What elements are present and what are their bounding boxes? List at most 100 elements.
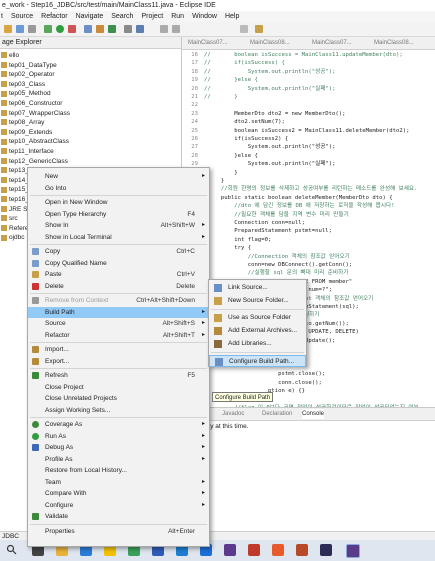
menu-item-assign-working-sets[interactable]: Assign Working Sets... — [28, 405, 209, 416]
debug-icon[interactable] — [44, 25, 52, 33]
submenu-item-add-libraries[interactable]: Add Libraries... — [209, 338, 306, 350]
menu-item-configure[interactable]: Configure ▸ — [28, 500, 209, 511]
bottom-tab-javadoc[interactable]: Javadoc — [222, 409, 244, 419]
new-icon[interactable] — [4, 25, 12, 33]
code-text: // }else { — [204, 77, 258, 84]
menu-separator — [30, 417, 207, 418]
menu-item-close-project[interactable]: Close Project — [28, 382, 209, 393]
app-icon-3[interactable] — [272, 544, 284, 556]
menu-item-import[interactable]: Import... — [28, 344, 209, 355]
eclipse-active-icon[interactable] — [346, 544, 360, 558]
app-icon-2[interactable] — [248, 544, 260, 556]
tree-item[interactable]: tep05_Method — [0, 89, 51, 98]
tree-item[interactable]: tep09_Extends — [0, 128, 52, 137]
eclipse-icon[interactable] — [320, 544, 332, 556]
menu-item-paste[interactable]: Paste Ctrl+V — [28, 269, 209, 280]
menu-item-profile-as[interactable]: Profile As ▸ — [28, 454, 209, 465]
package-explorer-title: age Explorer — [2, 39, 42, 46]
menu-project[interactable]: Project — [141, 11, 163, 22]
tree-item[interactable]: src — [0, 214, 18, 223]
menu-item-copy-qualified-name[interactable]: Copy Qualified Name — [28, 258, 209, 269]
menu-item-restore-from-local-history[interactable]: Restore from Local History... — [28, 465, 209, 476]
menu-window[interactable]: Window — [192, 11, 217, 22]
menu-item-go-into[interactable]: Go Into — [28, 183, 209, 194]
submenu-item-new-source-folder[interactable]: New Source Folder... — [209, 295, 306, 307]
submenu-item-configure-build-path[interactable]: Configure Build Path... — [209, 355, 306, 367]
menu-item-close-unrelated-projects[interactable]: Close Unrelated Projects — [28, 393, 209, 404]
menu-item-open-in-new-window[interactable]: Open in New Window — [28, 197, 209, 208]
app-icon-4[interactable] — [296, 544, 308, 556]
submenu-item-add-external-archives[interactable]: Add External Archives... — [209, 325, 306, 337]
menu-item-open-type-hierarchy[interactable]: Open Type Hierarchy F4 — [28, 209, 209, 220]
open-type-icon[interactable] — [124, 25, 132, 33]
menu-item-export[interactable]: Export... — [28, 356, 209, 367]
java-perspective-icon[interactable] — [255, 25, 263, 33]
menu-item-validate[interactable]: Validate — [28, 511, 209, 522]
menu-separator — [30, 293, 207, 294]
chevron-right-icon: ▸ — [201, 432, 205, 439]
bottom-tab-bar: Javadoc Declaration Console — [182, 408, 435, 421]
run-icon[interactable] — [56, 25, 64, 33]
tree-item[interactable]: tep10_AbstractClass — [0, 137, 69, 146]
menu-item-debug-as[interactable]: Debug As ▸ — [28, 442, 209, 453]
new-package-icon[interactable] — [96, 25, 104, 33]
tree-item[interactable]: tep07_WrapperClass — [0, 109, 70, 118]
print-icon[interactable] — [28, 25, 36, 33]
search-icon[interactable] — [6, 544, 17, 555]
tree-item[interactable]: tep12_GenericClass — [0, 157, 68, 166]
menu-item-label: Validate — [45, 513, 69, 520]
app-icon[interactable] — [224, 544, 236, 556]
menu-t[interactable]: t — [1, 11, 3, 22]
bottom-tab-declaration[interactable]: Declaration — [262, 409, 292, 419]
menu-source[interactable]: Source — [11, 11, 33, 22]
search-icon[interactable] — [136, 25, 144, 33]
project-icon — [1, 234, 7, 241]
tree-item[interactable]: ello — [0, 51, 19, 60]
menu-item-compare-with[interactable]: Compare With ▸ — [28, 488, 209, 499]
tree-item[interactable]: tep11_Interface — [0, 147, 54, 156]
editor-tab[interactable]: MainClass07... — [312, 38, 352, 48]
nav-back-icon[interactable] — [160, 25, 168, 33]
menu-item-copy[interactable]: Copy Ctrl+C — [28, 246, 209, 257]
tree-item[interactable]: tep08_Array — [0, 118, 44, 127]
new-java-project-icon[interactable] — [84, 25, 92, 33]
menu-item-run-as[interactable]: Run As ▸ — [28, 431, 209, 442]
line-number: 25 — [191, 127, 198, 134]
menu-search[interactable]: Search — [111, 11, 133, 22]
editor-tab[interactable]: MainClass07... — [188, 38, 228, 48]
menu-item-label: Close Project — [45, 383, 84, 391]
tree-item[interactable]: ojdbc — [0, 233, 25, 242]
menu-item-team[interactable]: Team ▸ — [28, 477, 209, 488]
menu-item-coverage-as[interactable]: Coverage As ▸ — [28, 419, 209, 430]
chevron-right-icon: ▸ — [201, 173, 205, 179]
menu-run[interactable]: Run — [171, 11, 184, 22]
submenu-item-use-as-source-folder[interactable]: Use as Source Folder — [209, 312, 306, 324]
tree-item[interactable]: tep01_DataType — [0, 61, 57, 70]
tree-item[interactable]: tep06_Constructor — [0, 99, 62, 108]
menu-help[interactable]: Help — [225, 11, 239, 22]
menu-refactor[interactable]: Refactor — [41, 11, 67, 22]
editor-tab[interactable]: MainClass08... — [250, 38, 290, 48]
nav-forward-icon[interactable] — [172, 25, 180, 33]
menu-item-refactor[interactable]: Refactor Alt+Shift+T ▸ — [28, 330, 209, 341]
code-text: int flag=0; — [204, 236, 272, 243]
tree-item[interactable]: tep03_Class — [0, 80, 45, 89]
menu-item-build-path[interactable]: Build Path ▸ — [28, 306, 209, 318]
bottom-tab-console[interactable]: Console — [302, 409, 325, 419]
save-icon[interactable] — [16, 25, 24, 33]
menu-item-show-in-local-terminal[interactable]: Show in Local Terminal ▸ — [28, 232, 209, 243]
menu-item-properties[interactable]: Properties Alt+Enter — [28, 526, 209, 537]
perspective-icon[interactable] — [240, 25, 248, 33]
submenu-item-link-source[interactable]: Link Source... — [209, 282, 306, 294]
new-class-icon[interactable] — [108, 25, 116, 33]
editor-tab[interactable]: MainClass08... — [374, 38, 414, 48]
tree-item[interactable]: tep02_Operator — [0, 70, 55, 79]
menu-item-show-in[interactable]: Show In Alt+Shift+W ▸ — [28, 220, 209, 231]
menu-item-new[interactable]: New ▸ — [28, 171, 209, 182]
menu-item-source[interactable]: Source Alt+Shift+S ▸ — [28, 318, 209, 329]
tree-item-label: tep07_WrapperClass — [9, 109, 70, 117]
menu-item-refresh[interactable]: Refresh F5 — [28, 370, 209, 381]
coverage-icon[interactable] — [68, 25, 76, 33]
menu-navigate[interactable]: Navigate — [76, 11, 104, 22]
menu-item-delete[interactable]: Delete Delete — [28, 281, 209, 292]
